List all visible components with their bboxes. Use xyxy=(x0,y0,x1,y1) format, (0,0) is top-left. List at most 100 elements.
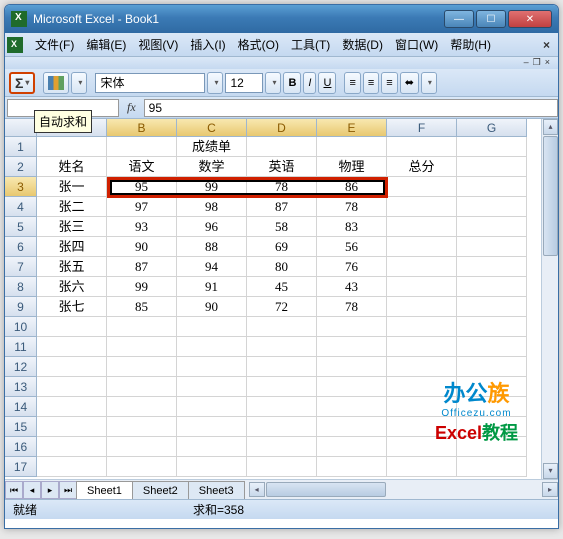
cell-D3[interactable]: 78 xyxy=(247,177,317,197)
doc-minimize[interactable]: – xyxy=(524,57,529,69)
cell-G14[interactable] xyxy=(457,397,527,417)
cell-F15[interactable] xyxy=(387,417,457,437)
chart-wizard-button[interactable] xyxy=(43,72,69,94)
minimize-button[interactable]: — xyxy=(444,10,474,28)
cell-E8[interactable]: 43 xyxy=(317,277,387,297)
cell-A8[interactable]: 张六 xyxy=(37,277,107,297)
tab-last-button[interactable]: ⏭ xyxy=(59,481,77,499)
cell-D8[interactable]: 45 xyxy=(247,277,317,297)
menu-view[interactable]: 视图(V) xyxy=(132,34,184,55)
menu-tools[interactable]: 工具(T) xyxy=(285,34,336,55)
cell-E10[interactable] xyxy=(317,317,387,337)
cell-D7[interactable]: 80 xyxy=(247,257,317,277)
bold-button[interactable]: B xyxy=(283,72,301,94)
cell-F9[interactable] xyxy=(387,297,457,317)
menu-edit[interactable]: 编辑(E) xyxy=(80,34,132,55)
title-bar[interactable]: Microsoft Excel - Book1 — ☐ ✕ xyxy=(5,5,558,33)
cell-E16[interactable] xyxy=(317,437,387,457)
sheet-tab-2[interactable]: Sheet2 xyxy=(132,481,189,499)
cell-D12[interactable] xyxy=(247,357,317,377)
cell-A4[interactable]: 张二 xyxy=(37,197,107,217)
cell-A6[interactable]: 张四 xyxy=(37,237,107,257)
cell-A11[interactable] xyxy=(37,337,107,357)
col-header-C[interactable]: C xyxy=(177,119,247,137)
cell-F12[interactable] xyxy=(387,357,457,377)
cell-C8[interactable]: 91 xyxy=(177,277,247,297)
cell-C1[interactable]: 成绩单 xyxy=(177,137,247,157)
col-header-F[interactable]: F xyxy=(387,119,457,137)
cell-D16[interactable] xyxy=(247,437,317,457)
cell-F3[interactable] xyxy=(387,177,457,197)
cell-A16[interactable] xyxy=(37,437,107,457)
cell-B1[interactable] xyxy=(107,137,177,157)
cell-A5[interactable]: 张三 xyxy=(37,217,107,237)
cells[interactable]: 成绩单姓名语文数学英语物理总分张一95997886张二97988778张三939… xyxy=(37,137,527,477)
cell-G3[interactable] xyxy=(457,177,527,197)
row-header-14[interactable]: 14 xyxy=(5,397,37,417)
cell-B3[interactable]: 95 xyxy=(107,177,177,197)
font-name-selector[interactable]: 宋体 xyxy=(95,73,205,93)
cell-B7[interactable]: 87 xyxy=(107,257,177,277)
cell-F14[interactable] xyxy=(387,397,457,417)
cell-G1[interactable] xyxy=(457,137,527,157)
cell-E9[interactable]: 78 xyxy=(317,297,387,317)
cell-A13[interactable] xyxy=(37,377,107,397)
cell-D15[interactable] xyxy=(247,417,317,437)
cell-E15[interactable] xyxy=(317,417,387,437)
cell-G2[interactable] xyxy=(457,157,527,177)
scroll-right-button[interactable]: ▸ xyxy=(542,482,558,497)
cell-B13[interactable] xyxy=(107,377,177,397)
cell-C6[interactable]: 88 xyxy=(177,237,247,257)
menu-format[interactable]: 格式(O) xyxy=(232,34,285,55)
cell-G12[interactable] xyxy=(457,357,527,377)
cell-E13[interactable] xyxy=(317,377,387,397)
cell-C12[interactable] xyxy=(177,357,247,377)
cell-E2[interactable]: 物理 xyxy=(317,157,387,177)
cell-E4[interactable]: 78 xyxy=(317,197,387,217)
cell-E11[interactable] xyxy=(317,337,387,357)
close-button[interactable]: ✕ xyxy=(508,10,552,28)
tab-prev-button[interactable]: ◂ xyxy=(23,481,41,499)
cell-D5[interactable]: 58 xyxy=(247,217,317,237)
cell-C11[interactable] xyxy=(177,337,247,357)
cell-C17[interactable] xyxy=(177,457,247,477)
cell-G11[interactable] xyxy=(457,337,527,357)
cell-C9[interactable]: 90 xyxy=(177,297,247,317)
sheet-tab-3[interactable]: Sheet3 xyxy=(188,481,245,499)
cell-D14[interactable] xyxy=(247,397,317,417)
cell-B6[interactable]: 90 xyxy=(107,237,177,257)
hscroll-thumb[interactable] xyxy=(266,482,386,497)
vertical-scrollbar[interactable]: ▴ ▾ xyxy=(541,119,558,479)
font-size-dropdown[interactable]: ▾ xyxy=(265,72,281,94)
cell-D13[interactable] xyxy=(247,377,317,397)
select-all-corner[interactable] xyxy=(5,119,37,137)
italic-button[interactable]: I xyxy=(303,72,316,94)
cell-G15[interactable] xyxy=(457,417,527,437)
col-header-E[interactable]: E xyxy=(317,119,387,137)
underline-button[interactable]: U xyxy=(318,72,336,94)
cell-E7[interactable]: 76 xyxy=(317,257,387,277)
cell-E3[interactable]: 86 xyxy=(317,177,387,197)
tab-next-button[interactable]: ▸ xyxy=(41,481,59,499)
font-name-dropdown[interactable]: ▾ xyxy=(207,72,223,94)
cell-G7[interactable] xyxy=(457,257,527,277)
cell-E12[interactable] xyxy=(317,357,387,377)
maximize-button[interactable]: ☐ xyxy=(476,10,506,28)
cell-A3[interactable]: 张一 xyxy=(37,177,107,197)
row-header-3[interactable]: 3 xyxy=(5,177,37,197)
cell-E5[interactable]: 83 xyxy=(317,217,387,237)
cell-E6[interactable]: 56 xyxy=(317,237,387,257)
cell-F2[interactable]: 总分 xyxy=(387,157,457,177)
cell-B17[interactable] xyxy=(107,457,177,477)
cell-B5[interactable]: 93 xyxy=(107,217,177,237)
menu-insert[interactable]: 插入(I) xyxy=(184,34,231,55)
cell-G16[interactable] xyxy=(457,437,527,457)
cell-B11[interactable] xyxy=(107,337,177,357)
cell-A7[interactable]: 张五 xyxy=(37,257,107,277)
cell-B2[interactable]: 语文 xyxy=(107,157,177,177)
tab-first-button[interactable]: ⏮ xyxy=(5,481,23,499)
cell-F6[interactable] xyxy=(387,237,457,257)
cell-F10[interactable] xyxy=(387,317,457,337)
cell-A14[interactable] xyxy=(37,397,107,417)
row-header-5[interactable]: 5 xyxy=(5,217,37,237)
